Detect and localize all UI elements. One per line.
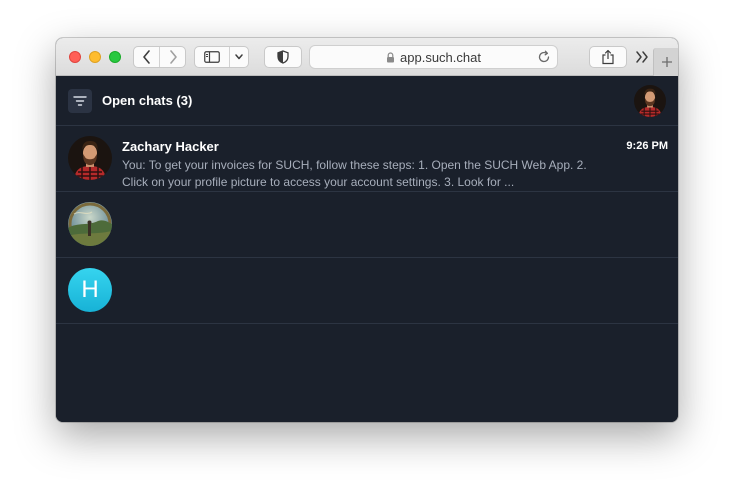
sidebar-toggle-button[interactable] bbox=[195, 47, 229, 67]
chevron-left-icon bbox=[142, 50, 150, 64]
share-icon bbox=[602, 49, 614, 65]
double-chevron-right-icon bbox=[636, 51, 648, 63]
person-avatar-icon bbox=[634, 85, 666, 117]
chat-avatar bbox=[68, 136, 112, 180]
close-window-button[interactable] bbox=[69, 51, 81, 63]
reload-button[interactable] bbox=[536, 49, 552, 65]
person-avatar-icon bbox=[68, 136, 112, 180]
address-bar[interactable]: app.such.chat bbox=[309, 45, 558, 69]
privacy-report-button[interactable] bbox=[264, 46, 302, 68]
chat-app: Open chats (3) Zachary Hacker 9:26 PM Yo… bbox=[56, 76, 678, 422]
chat-avatar bbox=[68, 202, 112, 246]
reload-icon bbox=[538, 50, 550, 63]
browser-toolbar: app.such.chat bbox=[56, 38, 678, 76]
chat-list-item[interactable] bbox=[56, 192, 678, 258]
more-toolbar-items-button[interactable] bbox=[633, 48, 651, 66]
chat-avatar: H bbox=[68, 268, 112, 312]
url-text: app.such.chat bbox=[400, 49, 481, 65]
chat-timestamp: 9:26 PM bbox=[626, 140, 668, 152]
forward-button[interactable] bbox=[159, 47, 185, 67]
lock-icon bbox=[387, 51, 395, 62]
sidebar-menu-button[interactable] bbox=[229, 47, 248, 67]
chat-list-item[interactable]: H bbox=[56, 258, 678, 324]
chat-contact-name: Zachary Hacker bbox=[122, 139, 219, 154]
user-avatar[interactable] bbox=[634, 85, 666, 117]
chat-list-header: Open chats (3) bbox=[56, 76, 678, 126]
chevron-right-icon bbox=[169, 50, 177, 64]
plus-icon bbox=[661, 57, 672, 67]
navigation-buttons bbox=[133, 46, 186, 68]
sidebar-icon bbox=[204, 51, 220, 63]
share-button[interactable] bbox=[589, 46, 627, 68]
chevron-down-icon bbox=[235, 54, 243, 60]
browser-window: app.such.chat Open chats (3) Zachary Hac… bbox=[56, 38, 678, 422]
shield-icon bbox=[277, 50, 289, 64]
minimize-window-button[interactable] bbox=[89, 51, 101, 63]
sidebar-controls bbox=[194, 46, 249, 68]
chat-list-item[interactable]: Zachary Hacker 9:26 PM You: To get your … bbox=[56, 126, 678, 192]
zoom-window-button[interactable] bbox=[109, 51, 121, 63]
new-tab-button[interactable] bbox=[653, 48, 678, 76]
landscape-avatar-icon bbox=[68, 202, 112, 246]
back-button[interactable] bbox=[134, 47, 159, 67]
chat-message-preview: You: To get your invoices for SUCH, foll… bbox=[122, 158, 587, 189]
filter-button[interactable] bbox=[68, 89, 92, 113]
page-title: Open chats (3) bbox=[102, 93, 193, 108]
filter-icon bbox=[73, 96, 87, 106]
